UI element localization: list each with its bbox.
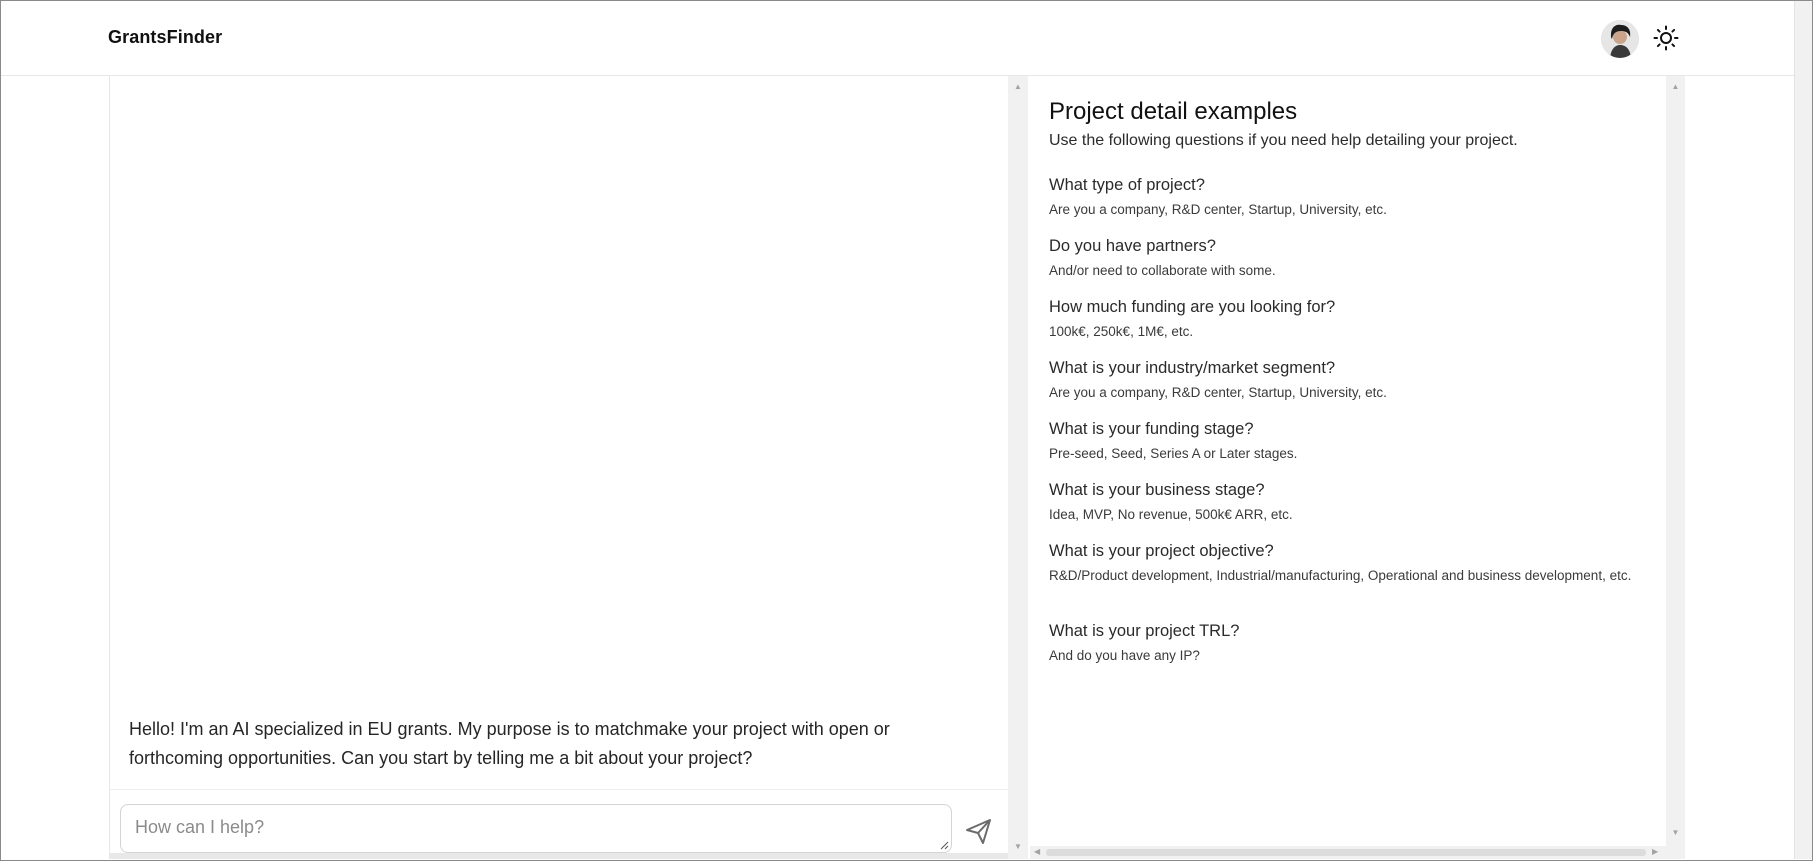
send-icon (966, 819, 991, 844)
scroll-up-arrow-icon[interactable]: ▲ (1008, 82, 1028, 92)
brand-logo[interactable]: GrantsFinder (108, 27, 222, 48)
example-item: How much funding are you looking for? 10… (1049, 296, 1649, 341)
message-divider (110, 789, 1008, 790)
example-item: What is your industry/market segment? Ar… (1049, 357, 1649, 402)
chat-input-box[interactable] (120, 804, 952, 853)
example-question: What is your project TRL? (1049, 622, 1240, 640)
example-hint: R&D/Product development, Industrial/manu… (1049, 568, 1632, 583)
examples-subtitle: Use the following questions if you need … (1049, 132, 1518, 149)
send-button[interactable] (963, 816, 993, 846)
example-item: What is your business stage? Idea, MVP, … (1049, 479, 1649, 524)
examples-horizontal-scrollbar[interactable]: ◀ ▶ (1030, 846, 1685, 859)
user-avatar[interactable] (1601, 20, 1639, 58)
examples-panel: Project detail examples Use the followin… (1030, 76, 1666, 846)
theme-toggle-button[interactable] (1653, 25, 1679, 51)
chat-bottom-strip (110, 853, 1008, 859)
example-hint: Pre-seed, Seed, Series A or Later stages… (1049, 446, 1298, 461)
example-item: Do you have partners? And/or need to col… (1049, 235, 1649, 280)
window-scrollbar[interactable] (1794, 1, 1812, 859)
example-item: What is your project objective? R&D/Prod… (1049, 540, 1649, 585)
scroll-thumb[interactable] (1046, 849, 1646, 856)
example-hint: 100k€, 250k€, 1M€, etc. (1049, 324, 1194, 339)
avatar-image (1601, 20, 1639, 58)
chat-input[interactable] (121, 805, 951, 852)
example-question: What type of project? (1049, 176, 1205, 194)
scroll-up-arrow-icon[interactable]: ▲ (1666, 82, 1685, 92)
example-hint: Are you a company, R&D center, Startup, … (1049, 202, 1387, 217)
example-item: What is your funding stage? Pre-seed, Se… (1049, 418, 1649, 463)
chat-scrollbar[interactable]: ▲ ▼ (1008, 76, 1028, 859)
example-hint: Idea, MVP, No revenue, 500k€ ARR, etc. (1049, 507, 1293, 522)
scroll-down-arrow-icon[interactable]: ▼ (1008, 842, 1028, 852)
example-item: What is your project TRL? And do you hav… (1049, 620, 1649, 665)
example-hint: And/or need to collaborate with some. (1049, 263, 1276, 278)
scroll-left-arrow-icon[interactable]: ◀ (1034, 847, 1040, 857)
example-hint: Are you a company, R&D center, Startup, … (1049, 385, 1387, 400)
scroll-down-arrow-icon[interactable]: ▼ (1666, 828, 1685, 838)
assistant-message: Hello! I'm an AI specialized in EU grant… (129, 719, 890, 768)
scroll-right-arrow-icon[interactable]: ▶ (1652, 847, 1658, 857)
example-question: What is your industry/market segment? (1049, 359, 1336, 377)
example-question: What is your business stage? (1049, 481, 1265, 499)
resize-grip-icon[interactable] (939, 840, 949, 850)
example-item: What type of project? Are you a company,… (1049, 174, 1649, 219)
examples-scrollbar[interactable]: ▲ ▼ (1666, 76, 1685, 846)
examples-title: Project detail examples (1049, 98, 1298, 125)
example-hint: And do you have any IP? (1049, 648, 1200, 663)
top-bar: GrantsFinder (1, 1, 1794, 76)
example-question: Do you have partners? (1049, 237, 1216, 255)
example-question: How much funding are you looking for? (1049, 298, 1336, 316)
example-question: What is your funding stage? (1049, 420, 1254, 438)
example-question: What is your project objective? (1049, 542, 1274, 560)
sun-icon (1653, 25, 1679, 51)
